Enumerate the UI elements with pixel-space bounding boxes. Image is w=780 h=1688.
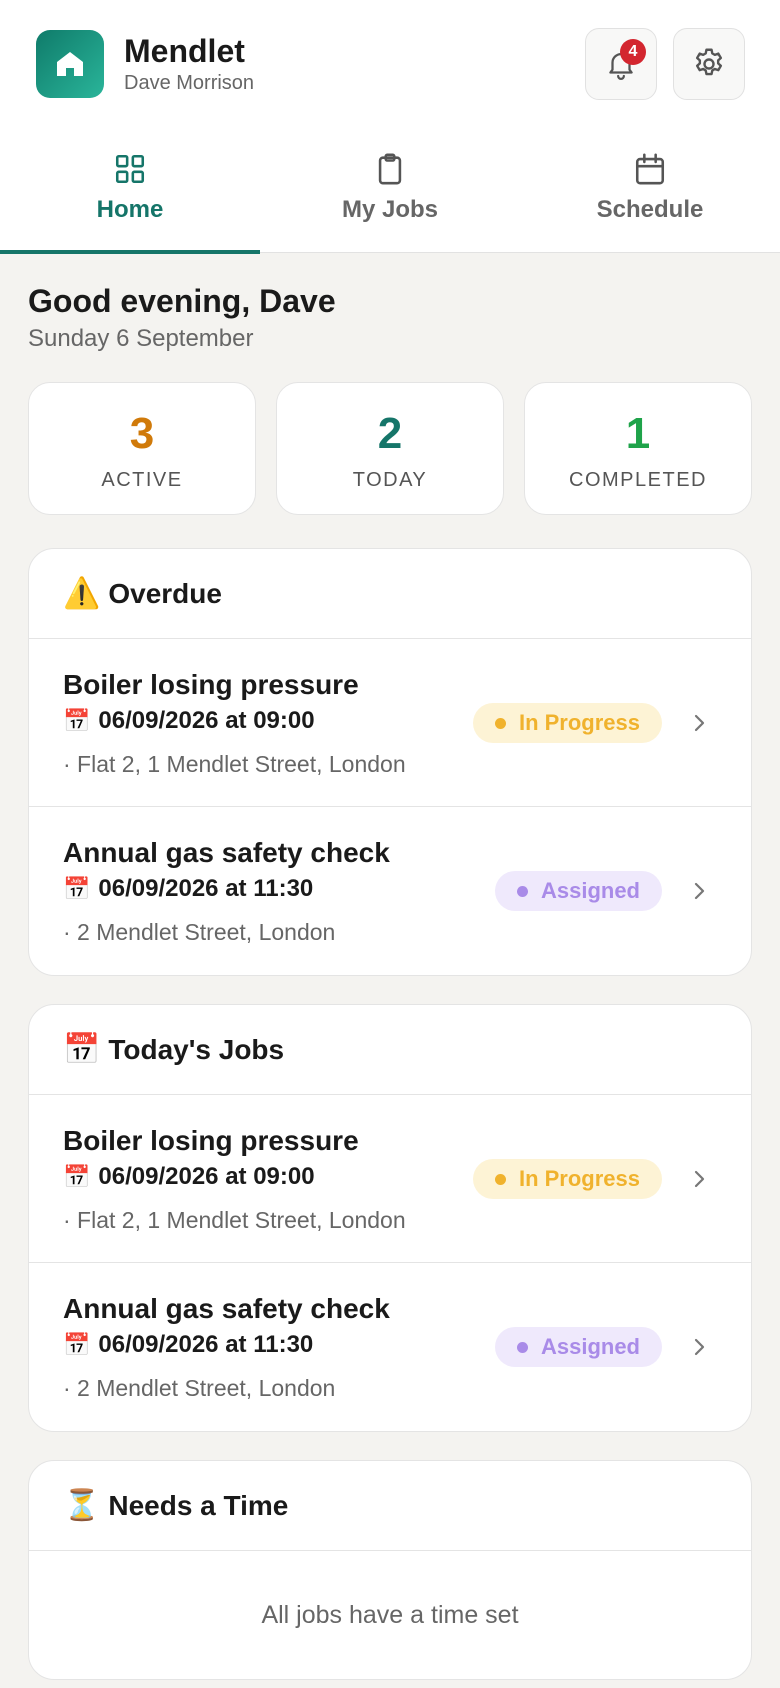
tab-label: Schedule <box>596 196 704 223</box>
card-title: Overdue <box>108 577 222 609</box>
job-address: · Flat 2, 1 Mendlet Street, London <box>63 1207 406 1233</box>
todays-jobs-card: 📅 Today's Jobs Boiler losing pressure 📅 0… <box>28 1004 752 1432</box>
settings-button[interactable] <box>673 28 745 100</box>
job-time: 📅 06/09/2026 at 09:00 <box>63 1163 315 1191</box>
chevron-right-icon <box>694 882 705 900</box>
app-name: Mendlet <box>124 33 245 69</box>
stat-value: 1 <box>625 409 651 458</box>
stat-label: TODAY <box>352 469 428 491</box>
greeting-date: Sunday 6 September <box>28 325 254 352</box>
job-address: · 2 Mendlet Street, London <box>63 919 336 945</box>
house-icon <box>57 52 83 76</box>
notifications-button[interactable]: 4 <box>585 28 657 100</box>
chevron-right-icon <box>694 1170 705 1188</box>
stat-active[interactable]: 3 ACTIVE <box>28 382 256 515</box>
calendar-icon: 📅 <box>63 1033 101 1066</box>
user-name: Dave Morrison <box>124 72 255 94</box>
tab-bar: Home My Jobs Schedule <box>0 128 780 254</box>
gear-icon <box>695 48 723 76</box>
job-title: Annual gas safety check <box>63 837 390 868</box>
grid-icon <box>115 154 145 184</box>
calendar-icon: 📅 <box>63 1332 91 1357</box>
overdue-card: ⚠️ Overdue Boiler losing pressure 📅 06/09… <box>28 548 752 976</box>
job-title: Annual gas safety check <box>63 1293 390 1324</box>
calendar-icon: 📅 <box>63 708 91 733</box>
card-header: ⏳ Needs a Time <box>29 1461 751 1551</box>
status-badge: In Progress <box>472 1159 662 1199</box>
tab-home[interactable]: Home <box>0 128 260 254</box>
job-time: 📅 06/09/2026 at 09:00 <box>63 707 315 735</box>
card-title: Needs a Time <box>108 1489 289 1521</box>
job-time-text: 06/09/2026 at 09:00 <box>98 1163 315 1190</box>
job-time: 📅 06/09/2026 at 11:30 <box>63 875 313 903</box>
calendar-icon <box>635 153 665 185</box>
calendar-icon: 📅 <box>63 1164 91 1189</box>
job-time: 📅 06/09/2026 at 11:30 <box>63 1331 313 1359</box>
tab-my-jobs[interactable]: My Jobs <box>260 128 520 253</box>
job-time-text: 06/09/2026 at 11:30 <box>98 1331 314 1358</box>
card-header: 📅 Today's Jobs <box>29 1005 751 1095</box>
app-logo <box>36 30 104 98</box>
stat-label: ACTIVE <box>101 469 183 491</box>
job-row[interactable]: Annual gas safety check 📅 06/09/2026 at 1… <box>29 1263 751 1431</box>
job-time-text: 06/09/2026 at 09:00 <box>98 707 315 734</box>
stat-completed[interactable]: 1 COMPLETED <box>524 382 752 515</box>
empty-state-message: All jobs have a time set <box>261 1600 519 1629</box>
job-address: · Flat 2, 1 Mendlet Street, London <box>63 751 406 777</box>
job-time-text: 06/09/2026 at 11:30 <box>98 875 314 902</box>
card-title: Today's Jobs <box>108 1033 285 1065</box>
job-address: · 2 Mendlet Street, London <box>63 1375 336 1401</box>
job-row[interactable]: Boiler losing pressure 📅 06/09/2026 at 09… <box>29 1095 751 1263</box>
status-badge: Assigned <box>494 1327 662 1367</box>
job-title: Boiler losing pressure <box>63 1125 359 1156</box>
brand: Mendlet Dave Morrison <box>124 32 254 95</box>
tab-label: My Jobs <box>341 196 439 223</box>
warning-icon: ⚠️ <box>63 577 101 610</box>
stat-today[interactable]: 2 TODAY <box>276 382 504 515</box>
stat-value: 3 <box>129 409 155 458</box>
stat-label: COMPLETED <box>569 469 707 491</box>
app-header: Mendlet Dave Morrison 4 <box>0 0 780 128</box>
job-row[interactable]: Annual gas safety check 📅 06/09/2026 at 1… <box>29 807 751 975</box>
tab-schedule[interactable]: Schedule <box>520 128 780 253</box>
clipboard-icon <box>378 153 402 185</box>
chevron-right-icon <box>694 714 705 732</box>
needs-time-card: ⏳ Needs a Time All jobs have a time set <box>28 1460 752 1680</box>
notification-badge: 4 <box>620 39 646 65</box>
tab-label: Home <box>96 196 164 223</box>
stat-value: 2 <box>377 409 403 458</box>
job-title: Boiler losing pressure <box>63 669 359 700</box>
card-header: ⚠️ Overdue <box>29 549 751 639</box>
job-row[interactable]: Boiler losing pressure 📅 06/09/2026 at 09… <box>29 639 751 807</box>
greeting-title: Good evening, Dave <box>28 283 336 319</box>
chevron-right-icon <box>694 1338 705 1356</box>
status-badge: Assigned <box>494 871 662 911</box>
calendar-icon: 📅 <box>63 876 91 901</box>
hourglass-icon: ⏳ <box>63 1489 101 1522</box>
status-badge: In Progress <box>472 703 662 743</box>
